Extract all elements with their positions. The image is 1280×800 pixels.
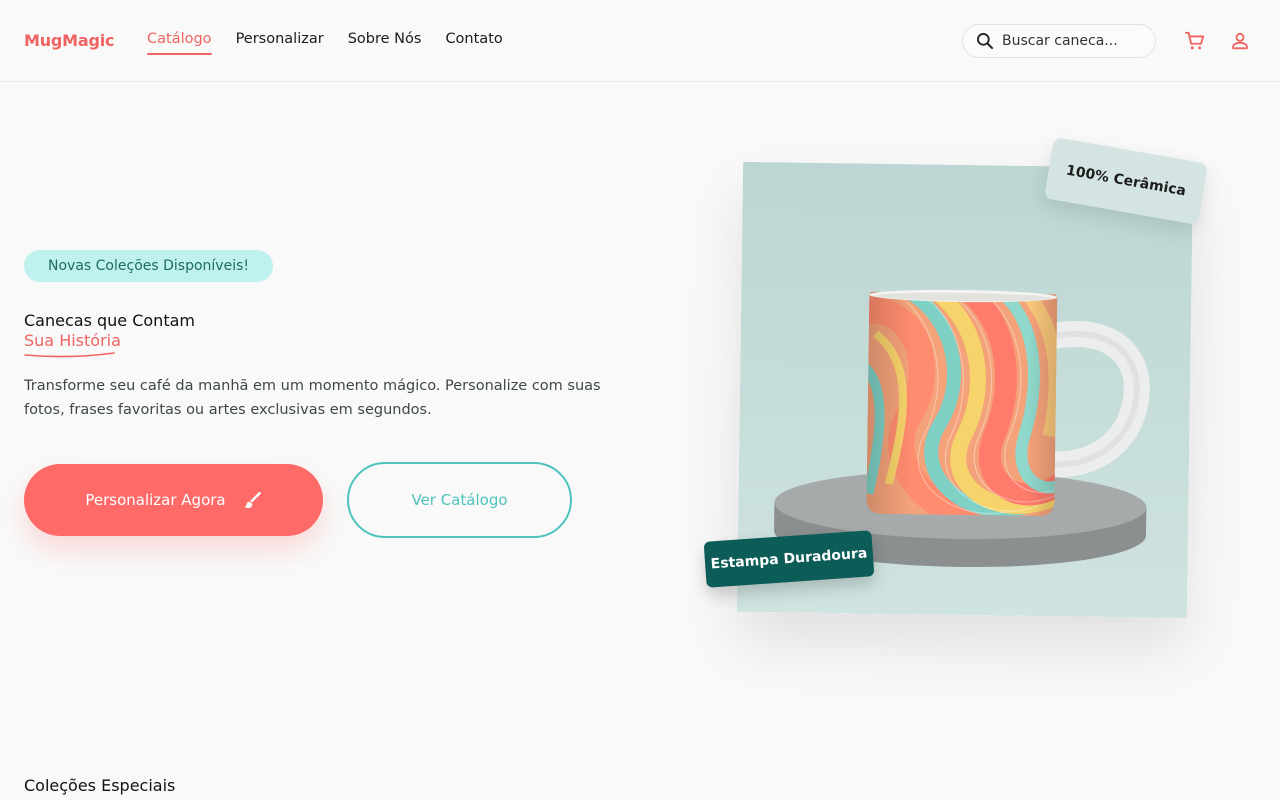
nav-item-catalogo[interactable]: Catálogo: [147, 31, 212, 55]
cart-icon[interactable]: [1184, 30, 1206, 52]
nav-item-sobre-nos[interactable]: Sobre Nós: [348, 31, 422, 55]
special-collections-title: Coleções Especiais: [24, 776, 176, 795]
new-collections-badge: Novas Coleções Disponíveis!: [24, 250, 273, 282]
search-icon: [977, 33, 994, 50]
user-icon[interactable]: [1229, 30, 1251, 52]
nav-item-contato[interactable]: Contato: [445, 31, 502, 55]
site-header: MugMagic Catálogo Personalizar Sobre Nós…: [0, 0, 1280, 82]
hero-description: Transforme seu café da manhã em um momen…: [24, 378, 601, 418]
search-box[interactable]: [962, 24, 1156, 58]
view-catalog-button[interactable]: Ver Catálogo: [347, 462, 572, 538]
hero-title-line2: Sua História: [24, 331, 121, 350]
brand-logo[interactable]: MugMagic: [24, 31, 115, 50]
search-input[interactable]: [1002, 33, 1142, 49]
hero-title-line1: Canecas que Contam: [24, 311, 195, 330]
brush-icon: [244, 491, 261, 509]
title-underline: [24, 352, 115, 358]
personalize-now-button[interactable]: Personalizar Agora: [24, 464, 323, 536]
personalize-now-label: Personalizar Agora: [85, 491, 226, 509]
main-nav: Catálogo Personalizar Sobre Nós Contato: [147, 31, 527, 55]
nav-item-personalizar[interactable]: Personalizar: [236, 31, 324, 55]
